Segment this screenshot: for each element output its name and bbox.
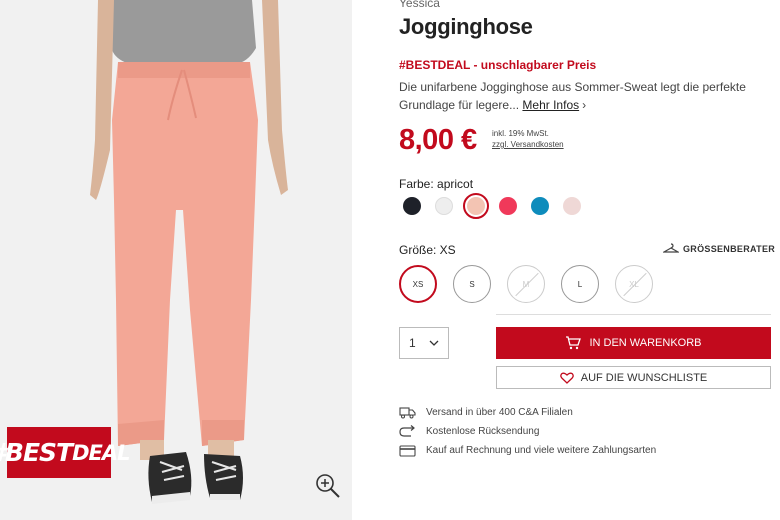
- swatch-red[interactable]: [495, 193, 521, 219]
- color-label: Farbe: apricot: [399, 177, 474, 191]
- swatch-rose[interactable]: [559, 193, 585, 219]
- hanger-icon: [663, 243, 679, 253]
- badge-best-text: #BEST: [0, 438, 73, 467]
- product-image: #BESTDEAL: [0, 0, 352, 520]
- swatch-white[interactable]: [431, 193, 457, 219]
- product-title: Jogginghose: [399, 14, 533, 39]
- size-options: XS S M L XL: [399, 265, 669, 303]
- benefit-store-delivery: Versand in über 400 C&A Filialen: [399, 403, 656, 422]
- brand-name[interactable]: Yessica: [399, 0, 440, 10]
- wishlist-label: AUF DIE WUNSCHLISTE: [580, 371, 708, 384]
- heart-icon: [559, 372, 574, 384]
- quantity-value: 1: [409, 336, 416, 350]
- chevron-right-icon[interactable]: ›: [582, 98, 586, 112]
- size-advisor-link[interactable]: GRÖSSENBERATER: [663, 243, 775, 254]
- color-swatches: [399, 193, 591, 219]
- product-price: 8,00 €: [399, 124, 477, 156]
- card-icon: [399, 444, 417, 458]
- benefits-list: Versand in über 400 C&A Filialen Kostenl…: [399, 403, 656, 460]
- size-l[interactable]: L: [561, 265, 599, 303]
- swatch-petrol[interactable]: [527, 193, 553, 219]
- badge-deal-text: DEAL: [72, 440, 130, 465]
- benefit-payment: Kauf auf Rechnung und viele weitere Zahl…: [399, 441, 656, 460]
- swatch-apricot[interactable]: [463, 193, 489, 219]
- size-xs[interactable]: XS: [399, 265, 437, 303]
- add-to-wishlist-button[interactable]: AUF DIE WUNSCHLISTE: [496, 366, 771, 389]
- benefit-text: Kostenlose Rücksendung: [426, 426, 540, 437]
- shipping-cost-link[interactable]: zzgl. Versandkosten: [492, 139, 564, 150]
- size-label: Größe: XS: [399, 243, 456, 257]
- truck-icon: [399, 406, 417, 420]
- benefit-text: Kauf auf Rechnung und viele weitere Zahl…: [426, 445, 657, 456]
- size-advisor-label: GRÖSSENBERATER: [683, 243, 776, 254]
- size-s[interactable]: S: [453, 265, 491, 303]
- vat-note: inkl. 19% MwSt.: [492, 129, 549, 138]
- product-description: Die unifarbene Jogginghose aus Sommer-Sw…: [399, 78, 759, 114]
- swatch-navy[interactable]: [399, 193, 425, 219]
- benefit-free-return: Kostenlose Rücksendung: [399, 422, 656, 441]
- benefit-text: Versand in über 400 C&A Filialen: [426, 407, 573, 418]
- return-icon: [399, 425, 417, 439]
- add-to-cart-button[interactable]: IN DEN WARENKORB: [496, 327, 771, 359]
- cart-icon: [566, 336, 582, 350]
- divider: [496, 314, 771, 315]
- zoom-icon[interactable]: [314, 472, 342, 500]
- cart-label: IN DEN WARENKORB: [589, 337, 702, 349]
- promo-text: #BESTDEAL - unschlagbarer Preis: [399, 58, 597, 72]
- bestdeal-badge: #BESTDEAL: [0, 427, 131, 478]
- price-notes: inkl. 19% MwSt. zzgl. Versandkosten: [492, 128, 564, 150]
- quantity-select[interactable]: 1: [399, 327, 449, 359]
- more-info-link[interactable]: Mehr Infos: [522, 98, 579, 112]
- size-m: M: [507, 265, 545, 303]
- chevron-down-icon: [429, 340, 439, 346]
- size-xl: XL: [615, 265, 653, 303]
